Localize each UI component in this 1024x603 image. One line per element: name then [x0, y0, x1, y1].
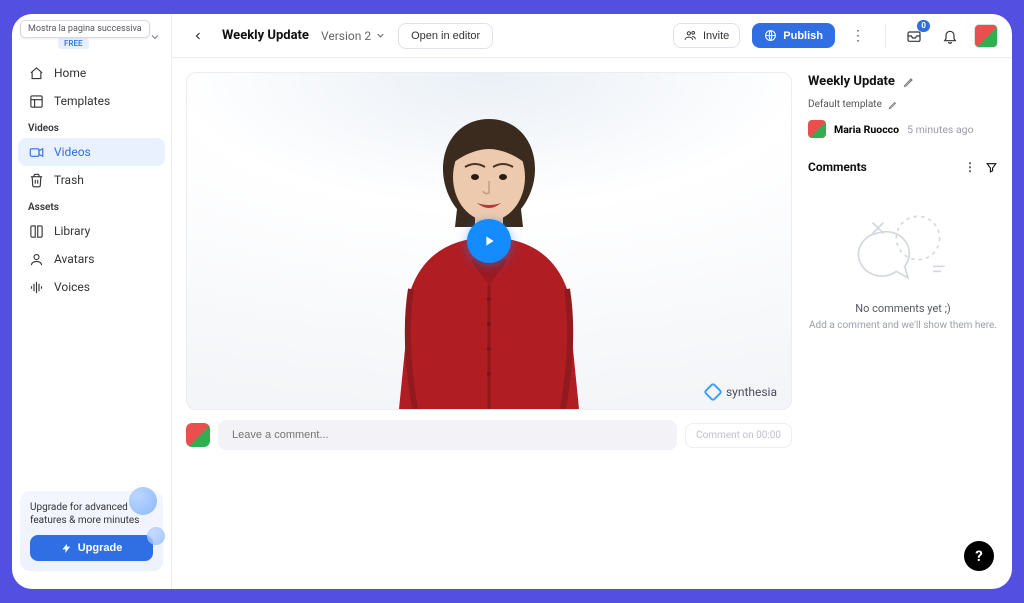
- sidebar-item-templates[interactable]: Templates: [18, 87, 165, 115]
- pencil-icon: [888, 100, 898, 110]
- play-button[interactable]: [467, 219, 511, 263]
- notification-badge: 0: [917, 20, 930, 32]
- filter-icon: [985, 161, 998, 174]
- comments-header: Comments: [808, 160, 867, 174]
- publish-button[interactable]: Publish: [752, 23, 835, 48]
- watermark-logo-icon: [703, 382, 723, 402]
- workspace-switcher[interactable]: Mostra la pagina successiva FREE: [12, 14, 171, 55]
- empty-heading: No comments yet ;): [855, 302, 951, 315]
- open-in-editor-button[interactable]: Open in editor: [398, 23, 493, 49]
- sidebar-item-label: Avatars: [54, 252, 95, 266]
- people-icon: [684, 29, 697, 42]
- app-frame: Mostra la pagina successiva FREE Home Te…: [12, 14, 1012, 589]
- composer-avatar: [186, 423, 210, 447]
- comment-composer: Comment on 00:00: [186, 420, 792, 450]
- details-panel: Weekly Update Default template Maria Ruo…: [808, 72, 998, 575]
- help-fab[interactable]: ?: [964, 541, 994, 571]
- bell-icon: [942, 28, 958, 44]
- details-subtitle: Default template: [808, 99, 882, 110]
- divider: [885, 25, 886, 47]
- chevron-down-icon: [149, 31, 161, 43]
- chevron-down-icon: [375, 30, 386, 41]
- play-icon: [481, 233, 497, 249]
- comments-filter-button[interactable]: [985, 161, 998, 174]
- video-preview[interactable]: synthesia: [186, 72, 792, 410]
- edit-template-button[interactable]: [888, 100, 898, 110]
- sidebar-item-videos[interactable]: Videos: [18, 138, 165, 166]
- version-label: Version 2: [321, 29, 371, 43]
- video-column: synthesia Comment on 00:00: [186, 72, 792, 575]
- comment-timestamp-button[interactable]: Comment on 00:00: [685, 423, 792, 448]
- library-icon: [28, 223, 44, 239]
- more-menu[interactable]: ⋮: [847, 28, 869, 44]
- comment-input-wrap[interactable]: [218, 420, 677, 450]
- home-icon: [28, 65, 44, 81]
- sidebar-item-avatars[interactable]: Avatars: [18, 245, 165, 273]
- updated-time: 5 minutes ago: [907, 123, 973, 136]
- sidebar-section-assets: Assets: [18, 194, 165, 217]
- upgrade-button-label: Upgrade: [78, 542, 123, 554]
- plan-badge: FREE: [58, 38, 89, 49]
- notifications-button[interactable]: [938, 24, 962, 48]
- help-icon: ?: [975, 547, 982, 565]
- sidebar-item-label: Library: [54, 224, 90, 238]
- main: Weekly Update Version 2 Open in editor I…: [172, 14, 1012, 589]
- avatar-icon: [28, 251, 44, 267]
- sidebar-item-voices[interactable]: Voices: [18, 273, 165, 301]
- comments-more[interactable]: ⋮: [963, 160, 977, 174]
- version-selector[interactable]: Version 2: [321, 29, 386, 43]
- sidebar-item-home[interactable]: Home: [18, 59, 165, 87]
- video-icon: [28, 144, 44, 160]
- lightning-icon: [61, 543, 72, 554]
- details-title: Weekly Update: [808, 74, 895, 89]
- sidebar-item-label: Templates: [54, 94, 110, 108]
- topbar: Weekly Update Version 2 Open in editor I…: [172, 14, 1012, 58]
- sidebar: Mostra la pagina successiva FREE Home Te…: [12, 14, 172, 589]
- voice-icon: [28, 279, 44, 295]
- pencil-icon: [903, 76, 915, 88]
- sidebar-item-library[interactable]: Library: [18, 217, 165, 245]
- upgrade-button[interactable]: Upgrade: [30, 535, 153, 561]
- sidebar-item-label: Trash: [54, 173, 84, 187]
- sidebar-item-label: Home: [54, 66, 86, 80]
- publish-label: Publish: [783, 30, 823, 42]
- comments-empty-state: No comments yet ;) Add a comment and we'…: [808, 208, 998, 333]
- watermark: synthesia: [706, 385, 777, 399]
- upgrade-text: Upgrade for advanced features & more min…: [30, 501, 153, 527]
- user-avatar[interactable]: [974, 24, 998, 48]
- comments-empty-icon: [853, 208, 953, 288]
- tooltip: Mostra la pagina successiva: [20, 20, 150, 38]
- sidebar-nav: Home Templates Videos Videos Trash: [12, 55, 171, 305]
- templates-icon: [28, 93, 44, 109]
- content: synthesia Comment on 00:00 Weekly Update: [172, 58, 1012, 589]
- globe-icon: [764, 29, 777, 42]
- trash-icon: [28, 172, 44, 188]
- back-button[interactable]: [186, 24, 210, 48]
- sidebar-section-videos: Videos: [18, 115, 165, 138]
- invite-button[interactable]: Invite: [673, 23, 740, 48]
- sidebar-item-trash[interactable]: Trash: [18, 166, 165, 194]
- sidebar-item-label: Videos: [54, 145, 91, 159]
- author-name: Maria Ruocco: [834, 123, 899, 136]
- chevron-left-icon: [192, 29, 204, 43]
- inbox-button[interactable]: 0: [902, 24, 926, 48]
- edit-title-button[interactable]: [903, 76, 915, 88]
- author-avatar: [808, 120, 826, 138]
- empty-sub: Add a comment and we'll show them here.: [809, 319, 997, 333]
- page-title: Weekly Update: [222, 28, 309, 43]
- upgrade-card: Upgrade for advanced features & more min…: [20, 491, 163, 571]
- comment-input[interactable]: [230, 428, 665, 442]
- watermark-text: synthesia: [726, 385, 777, 399]
- sidebar-item-label: Voices: [54, 280, 90, 294]
- invite-label: Invite: [703, 30, 729, 42]
